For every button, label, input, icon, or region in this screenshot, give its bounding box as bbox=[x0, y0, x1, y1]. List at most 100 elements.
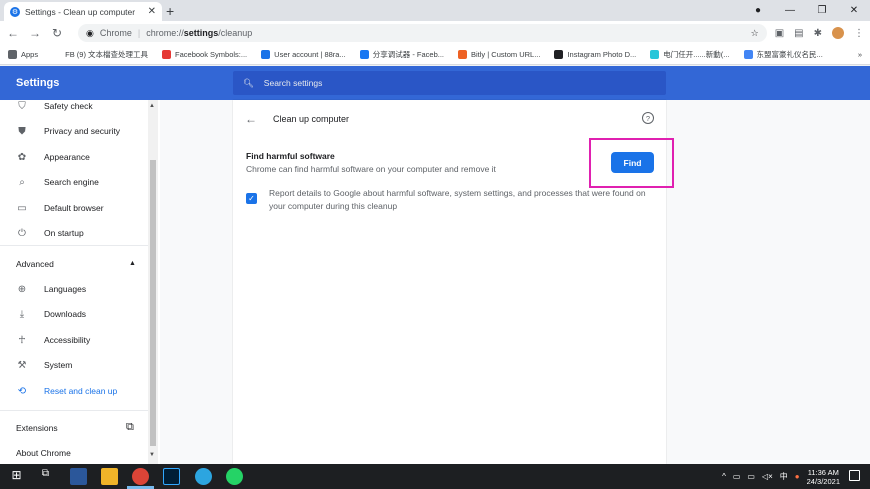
ime-indicator[interactable]: 中 bbox=[780, 471, 788, 482]
sidebar-item-label: Reset and clean up bbox=[44, 386, 118, 396]
window-controls: ● — ❐ ✕ bbox=[742, 0, 870, 21]
system-tray: ^ ▭ ▭ ◁× 中 ● 11:36 AM 24/3/2021 bbox=[722, 464, 840, 489]
clock-date: 24/3/2021 bbox=[806, 476, 840, 486]
chevron-up-icon[interactable]: ▲ bbox=[129, 260, 136, 267]
bookmark-item[interactable]: Instagram Photo D... bbox=[554, 50, 636, 59]
sidebar-item[interactable]: ⛉ Safety check bbox=[0, 100, 148, 118]
chrome-icon: ◉ bbox=[86, 27, 94, 38]
about-chrome-link[interactable]: About Chrome bbox=[16, 448, 71, 458]
open-in-new-icon[interactable]: ⧉ bbox=[126, 421, 134, 434]
shield-check-icon: ⛉ bbox=[18, 100, 26, 112]
windows-start-icon[interactable]: ⊞ bbox=[8, 468, 25, 485]
bookmark-item[interactable]: Bitly | Custom URL... bbox=[458, 50, 540, 59]
sidebar-item[interactable]: ⛊ Privacy and security bbox=[0, 119, 148, 143]
bookmark-favicon-icon bbox=[458, 50, 467, 59]
back-arrow-icon[interactable]: ← bbox=[245, 112, 259, 126]
sidebar-item[interactable]: ⤓ Downloads bbox=[0, 302, 148, 326]
tray-chevron-icon[interactable]: ^ bbox=[722, 472, 726, 481]
close-tab-icon[interactable]: ✕ bbox=[148, 6, 156, 17]
more-bookmarks-icon[interactable]: » bbox=[858, 50, 862, 59]
bookmark-favicon-icon bbox=[743, 50, 753, 59]
photoshop-icon[interactable] bbox=[163, 468, 180, 485]
sidebar-item[interactable]: ⚒ System bbox=[0, 353, 148, 377]
minimize-icon[interactable]: — bbox=[774, 5, 806, 16]
bookmark-item[interactable]: Apps bbox=[8, 50, 38, 59]
sidebar-item-label: Appearance bbox=[44, 152, 90, 162]
scroll-down-icon[interactable]: ▼ bbox=[149, 452, 155, 458]
notification-icon[interactable] bbox=[849, 470, 860, 481]
sidebar-item-label: On startup bbox=[44, 228, 84, 238]
bookmark-favicon-icon bbox=[650, 50, 660, 59]
sidebar-item-label: Downloads bbox=[44, 309, 87, 319]
wrench-icon: ⚒ bbox=[17, 359, 27, 371]
browser-toolbar: ← → ↻ ◉ Chrome | chrome://settings/clean… bbox=[0, 21, 870, 45]
sidebar-item[interactable]: ⊕ Languages bbox=[0, 277, 148, 301]
sidebar-item[interactable]: ▭ Default browser bbox=[0, 196, 148, 220]
restore-icon[interactable]: ❐ bbox=[806, 5, 838, 16]
advanced-section-toggle[interactable]: Advanced bbox=[16, 259, 54, 269]
bookmark-item[interactable]: Facebook Symbols:... bbox=[162, 50, 247, 59]
bookmark-label: Apps bbox=[21, 50, 39, 59]
sidebar-item-label: Search engine bbox=[44, 177, 99, 187]
sidebar-item[interactable]: ⏻ On startup bbox=[0, 221, 148, 245]
puzzle-icon[interactable]: ✱ bbox=[814, 28, 822, 39]
extension-icon[interactable]: ▤ bbox=[794, 28, 803, 39]
close-window-icon[interactable]: ✕ bbox=[838, 5, 870, 16]
bookmark-label: User account | 88ra... bbox=[274, 50, 346, 59]
sidebar-item[interactable]: ✿ Appearance bbox=[0, 145, 148, 169]
highlight-box bbox=[589, 138, 674, 188]
settings-header: Settings 🔍︎ Search settings bbox=[0, 66, 870, 100]
bookmark-favicon-icon bbox=[8, 50, 17, 59]
search-icon: ⌕ bbox=[19, 176, 25, 188]
whatsapp-icon[interactable] bbox=[226, 468, 243, 485]
sidebar-item[interactable]: ☥ Accessibility bbox=[0, 328, 148, 352]
help-icon[interactable]: ? bbox=[642, 112, 654, 124]
report-details-label: Report details to Google about harmful s… bbox=[269, 188, 646, 211]
bookmark-item[interactable]: FB (9) 文本檔查处理工具 bbox=[52, 49, 148, 60]
sidebar-item[interactable]: ⟲ Reset and clean up bbox=[0, 379, 148, 403]
reload-icon[interactable]: ↻ bbox=[50, 26, 64, 40]
bookmark-star-icon[interactable]: ☆ bbox=[751, 28, 759, 39]
tab-settings[interactable]: ⚙ Settings - Clean up computer ✕ bbox=[4, 2, 162, 21]
bookmark-favicon-icon bbox=[162, 50, 172, 59]
bookmark-item[interactable]: 电门任开......新動(... bbox=[650, 49, 730, 60]
shield-icon: ⛊ bbox=[18, 125, 26, 137]
forward-icon[interactable]: → bbox=[28, 26, 42, 40]
bookmark-favicon-icon bbox=[359, 50, 369, 59]
scroll-up-icon[interactable]: ▲ bbox=[149, 103, 155, 109]
tab-title: Settings - Clean up computer bbox=[25, 6, 136, 17]
display-icon[interactable]: ▭ bbox=[747, 472, 755, 481]
settings-sidebar: ▲ ▼ ⛉ Safety check ⛊ Privacy and security ✿ A… bbox=[0, 100, 160, 464]
clock[interactable]: 11:36 AM 24/3/2021 bbox=[807, 468, 840, 486]
report-checkbox[interactable]: ✓ bbox=[246, 193, 257, 204]
new-tab-icon[interactable]: + bbox=[166, 3, 174, 19]
back-icon[interactable]: ← bbox=[6, 26, 20, 40]
bookmark-item[interactable]: 分享调试器 - Faceb... bbox=[359, 49, 444, 60]
url: chrome://settings/cleanup bbox=[146, 28, 253, 38]
profile-indicator-icon[interactable]: ● bbox=[742, 5, 774, 16]
bookmark-favicon-icon bbox=[554, 50, 564, 59]
telegram-icon[interactable] bbox=[195, 468, 212, 485]
sidebar-item[interactable]: ⌕ Search engine bbox=[0, 170, 148, 194]
extensions-link[interactable]: Extensions bbox=[16, 423, 58, 433]
sidebar-scroll-thumb[interactable] bbox=[150, 160, 156, 446]
file-explorer-icon[interactable] bbox=[101, 468, 118, 485]
volume-icon[interactable]: ◁× bbox=[762, 472, 773, 481]
word-icon[interactable] bbox=[70, 468, 87, 485]
bookmark-item[interactable]: User account | 88ra... bbox=[261, 50, 346, 59]
cast-icon[interactable]: ▣ bbox=[775, 28, 784, 39]
menu-icon[interactable]: ⋮ bbox=[854, 28, 864, 39]
network-icon[interactable]: ▭ bbox=[733, 472, 741, 481]
profile-avatar[interactable] bbox=[832, 27, 844, 39]
search-settings-input[interactable]: 🔍︎ Search settings bbox=[233, 71, 666, 95]
bookmark-favicon-icon bbox=[52, 50, 62, 59]
chrome-taskbar-icon[interactable] bbox=[132, 468, 149, 485]
page-title: Clean up computer bbox=[273, 114, 350, 124]
find-harmful-title: Find harmful software bbox=[246, 151, 335, 161]
task-view-icon[interactable]: ⧉ bbox=[37, 468, 54, 485]
address-bar[interactable]: ◉ Chrome | chrome://settings/cleanup ☆ bbox=[78, 24, 767, 42]
settings-main: ▲ ▼ ⛉ Safety check ⛊ Privacy and security ✿ A… bbox=[0, 100, 870, 464]
app-tray-icon[interactable]: ● bbox=[795, 472, 800, 481]
bookmark-item[interactable]: 东盟富豪礼仪名民... bbox=[743, 49, 823, 60]
settings-gear-icon: ⚙ bbox=[10, 6, 20, 17]
